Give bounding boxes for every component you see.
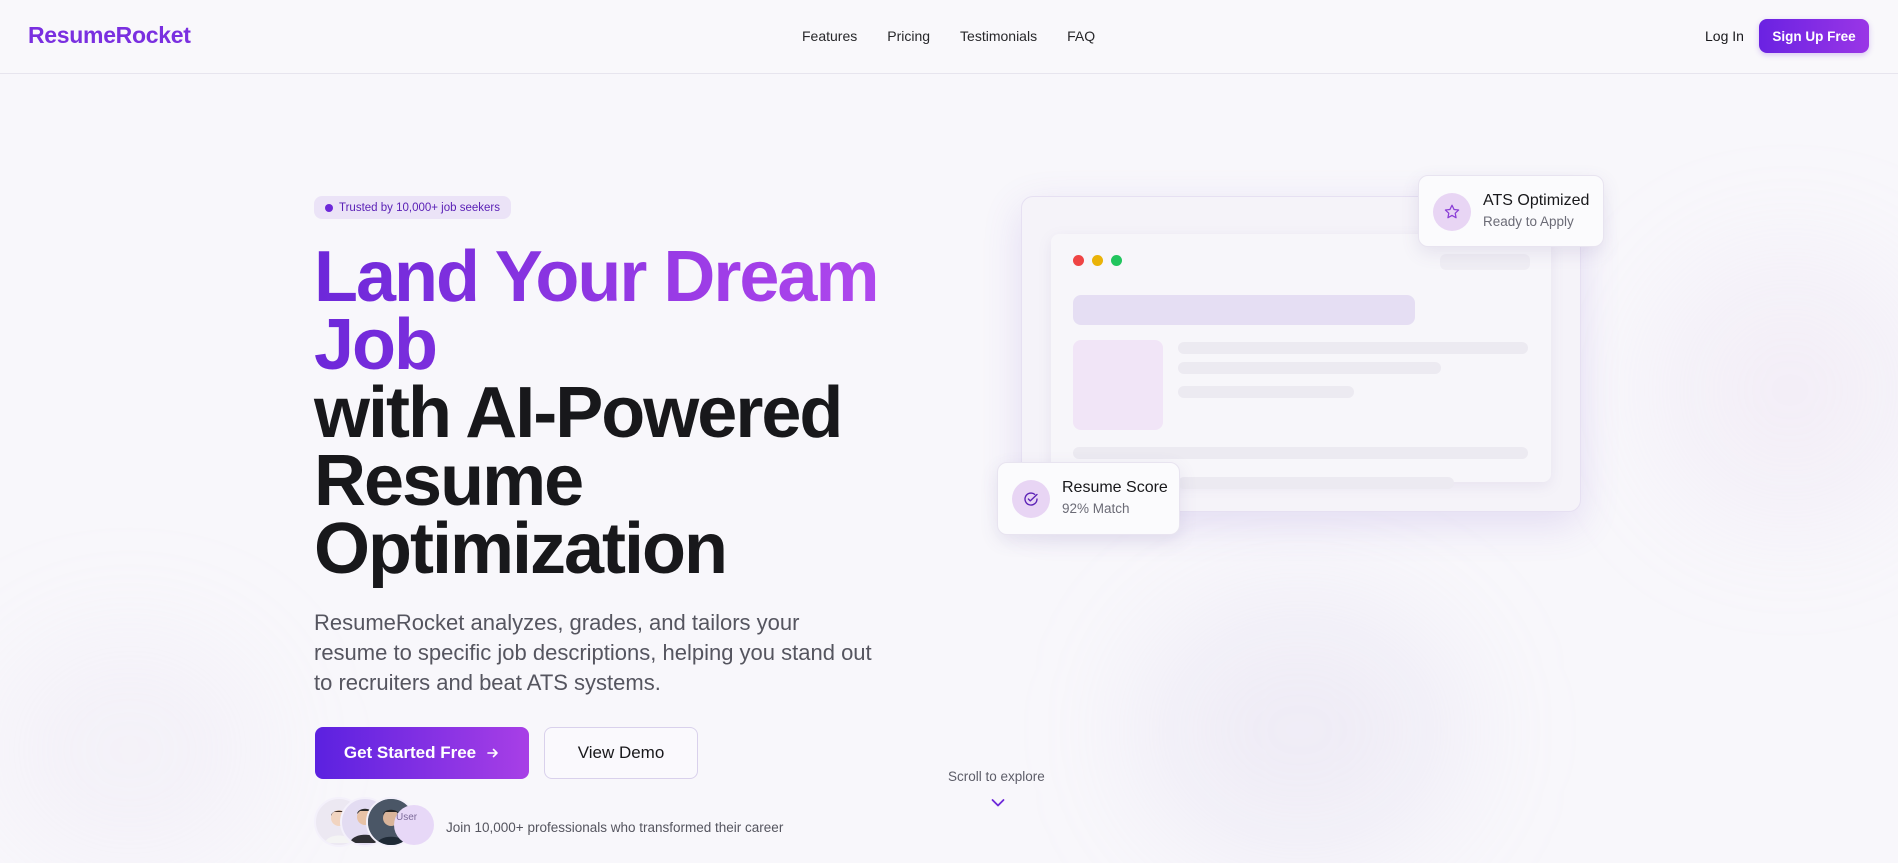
window-maximize-dot [1111, 255, 1122, 266]
decorative-blob [1660, 260, 1898, 520]
social-proof-text: Join 10,000+ professionals who transform… [446, 820, 784, 835]
card-subtitle: Ready to Apply [1483, 214, 1574, 229]
headline-gradient-line-1: Land Your Dream [314, 241, 934, 313]
placeholder-line [1178, 477, 1454, 489]
nav-item-features[interactable]: Features [802, 28, 857, 44]
badge-dot-icon [325, 203, 333, 212]
scroll-hint[interactable]: Scroll to explore [948, 769, 1045, 784]
placeholder-line [1178, 386, 1354, 398]
trust-badge: Trusted by 10,000+ job seekers [314, 196, 511, 219]
placeholder-bar [1440, 254, 1530, 270]
headline-line-4: Resume [314, 441, 584, 521]
arrow-right-icon [487, 748, 498, 758]
signup-button[interactable]: Sign Up Free [1759, 19, 1869, 53]
site-header: ResumeRocket Features Pricing Testimonia… [0, 0, 1898, 74]
placeholder-title-bar [1073, 295, 1415, 325]
avatar-alt-text: User [396, 812, 418, 823]
resume-score-card: Resume Score 92% Match [997, 462, 1180, 535]
hero-headline: Land Your Dream Job with AI-Powered Resu… [314, 241, 934, 589]
card-title: ATS Optimized [1483, 192, 1590, 209]
login-link[interactable]: Log In [1705, 28, 1744, 44]
headline-gradient-line-2: Job [314, 309, 934, 381]
hero-subtext: ResumeRocket analyzes, grades, and tailo… [314, 610, 872, 695]
chevron-down-icon[interactable] [991, 798, 1005, 808]
logo[interactable]: ResumeRocket [28, 22, 191, 49]
placeholder-line [1073, 447, 1528, 459]
badge-text: Trusted by 10,000+ job seekers [339, 201, 500, 214]
nav-item-testimonials[interactable]: Testimonials [960, 28, 1037, 44]
placeholder-thumbnail [1073, 340, 1163, 430]
card-subtitle: 92% Match [1062, 501, 1130, 516]
main-nav: Features Pricing Testimonials FAQ [802, 28, 1095, 44]
placeholder-line [1178, 362, 1441, 374]
avatar-group: User [314, 797, 434, 849]
decorative-blob [1140, 600, 1460, 860]
star-icon [1433, 193, 1471, 231]
get-started-button[interactable]: Get Started Free [315, 727, 529, 779]
placeholder-line [1178, 342, 1528, 354]
window-minimize-dot [1092, 255, 1103, 266]
nav-item-faq[interactable]: FAQ [1067, 28, 1095, 44]
avatar-placeholder: User [394, 805, 434, 845]
headline-line-5: Optimization [314, 509, 728, 589]
nav-item-pricing[interactable]: Pricing [887, 28, 930, 44]
view-demo-button[interactable]: View Demo [544, 727, 698, 779]
get-started-label: Get Started Free [343, 743, 477, 762]
ats-optimized-card: ATS Optimized Ready to Apply [1418, 175, 1604, 247]
window-close-dot [1073, 255, 1084, 266]
decorative-blob [0, 640, 260, 860]
check-circle-icon [1012, 480, 1050, 518]
card-title: Resume Score [1062, 479, 1168, 496]
headline-line-3: with AI-Powered [314, 373, 843, 453]
